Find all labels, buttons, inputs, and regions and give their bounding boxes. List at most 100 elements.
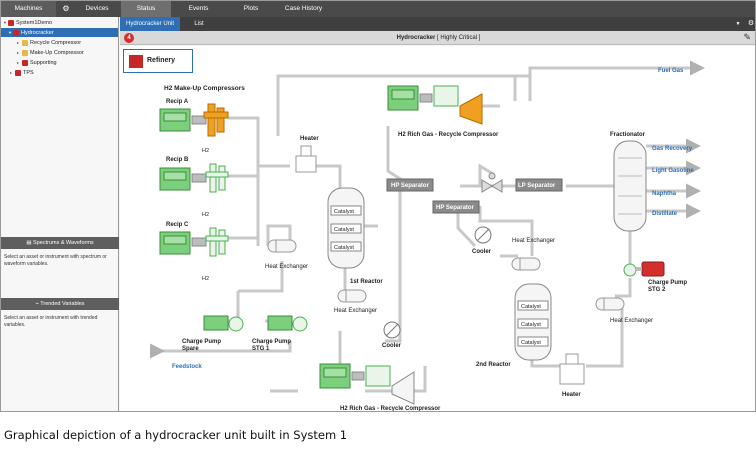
tab-hydrocracker-unit[interactable]: Hydrocracker Unit <box>120 17 180 31</box>
catalyst-label: Catalyst <box>521 304 541 310</box>
tab-devices[interactable]: Devices <box>77 1 117 17</box>
recip-b-compressor[interactable] <box>159 163 229 193</box>
heat-exchanger-left-label: Heat Exchanger <box>265 264 308 270</box>
folder-icon <box>22 39 28 46</box>
catalyst-label: Catalyst <box>334 209 354 215</box>
tree-item-tps[interactable]: ▸ TPS <box>10 68 34 77</box>
cooler-bottom[interactable] <box>383 321 401 339</box>
tree-item-system1demo[interactable]: ▼ System1Demo <box>3 18 52 27</box>
trend-panel-header[interactable]: ⌁ Trended Variables <box>1 298 119 310</box>
heat-exchanger-right[interactable] <box>511 257 541 271</box>
folder-icon <box>22 49 28 56</box>
charge-pump-stg2[interactable] <box>623 261 665 277</box>
catalyst-label: Catalyst <box>334 227 354 233</box>
cooler-mid[interactable] <box>474 226 492 244</box>
catalyst-label: Catalyst <box>521 322 541 328</box>
charge-pump-stg1[interactable] <box>267 315 308 332</box>
h2-makeup-label: H2 Make-Up Compressors <box>164 85 245 92</box>
valve-icon[interactable] <box>481 172 503 193</box>
catalyst-label: Catalyst <box>334 245 354 251</box>
recip-c-compressor[interactable] <box>159 227 229 257</box>
recip-a-label: Recip A <box>166 99 189 105</box>
image-caption: Graphical depiction of a hydrocracker un… <box>4 428 348 442</box>
naphtha-label: Naphtha <box>652 191 677 197</box>
spectrum-panel-text: Select an asset or instrument with spect… <box>4 254 107 267</box>
refinery-button[interactable]: Refinery <box>123 49 193 73</box>
hp-separator-1-label: HP Separator <box>391 183 430 189</box>
trend-panel-text: Select an asset or instrument with trend… <box>4 315 98 328</box>
distillate-label: Distillate <box>652 211 678 217</box>
trend-panel-title: Trended Variables <box>40 301 85 307</box>
tab-case-history[interactable]: Case History <box>276 1 331 17</box>
heater-bottom-label: Heater <box>562 392 581 398</box>
unit-icon <box>13 29 19 36</box>
recip-a-compressor[interactable] <box>159 103 229 137</box>
recycle-compressor-bottom[interactable] <box>319 363 415 405</box>
tree-label: TPS <box>23 70 34 76</box>
heat-exchanger-left[interactable] <box>267 239 297 253</box>
first-reactor-label: 1st Reactor <box>350 279 383 285</box>
factory-icon <box>129 55 143 68</box>
fractionator[interactable] <box>613 140 647 232</box>
tree-label: System1Demo <box>16 20 53 26</box>
heater-top[interactable] <box>295 145 317 173</box>
alert-count-badge[interactable]: 4 <box>124 33 134 43</box>
recip-b-label: Recip B <box>166 157 189 163</box>
settings-icon[interactable]: ⚙ <box>745 17 755 31</box>
dropdown-icon[interactable]: ▼ <box>733 17 743 31</box>
top-tab-bar: Machines ⚙ Devices Status Events Plots C… <box>1 1 755 17</box>
heat-exchanger-far[interactable] <box>595 297 625 311</box>
tree-item-supporting[interactable]: ▸ Supporting <box>17 58 57 67</box>
spectrum-panel-title: Spectrums & Waveforms <box>33 240 94 246</box>
unit-title: Hydrocracker [ Highly Critical ] <box>120 31 755 45</box>
h2-rich-bottom-label: H2 Rich Gas - Recycle Compressor <box>340 406 441 412</box>
network-icon[interactable]: ⚙ <box>57 1 75 17</box>
h2-label: H2 <box>202 276 209 282</box>
recycle-compressor-top[interactable] <box>387 85 483 125</box>
heat-exchanger-mid[interactable] <box>337 289 367 303</box>
heat-exchanger-mid-label: Heat Exchanger <box>334 308 377 314</box>
tab-machines[interactable]: Machines <box>1 1 56 17</box>
unit-title-bar: Hydrocracker [ Highly Critical ] 4 ✎ <box>120 31 755 45</box>
tab-plots[interactable]: Plots <box>231 1 271 17</box>
heat-exchanger-far-label: Heat Exchanger <box>610 318 653 324</box>
app-window: Machines ⚙ Devices Status Events Plots C… <box>0 0 756 412</box>
tab-status[interactable]: Status <box>121 1 171 17</box>
catalyst-label: Catalyst <box>521 340 541 346</box>
edit-icon[interactable]: ✎ <box>743 32 751 43</box>
heater-bottom[interactable] <box>559 353 585 385</box>
fuel-gas-label: Fuel Gas <box>658 68 684 74</box>
tab-list[interactable]: List <box>184 17 214 31</box>
heat-exchanger-right-label: Heat Exchanger <box>512 238 555 244</box>
tree-item-recycle-compressor[interactable]: ▸ Recycle Compressor <box>17 38 81 47</box>
spectrum-panel-header[interactable]: ▤ Spectrums & Waveforms <box>1 237 119 249</box>
unit-name: Hydrocracker <box>396 35 436 41</box>
lp-separator-label: LP Separator <box>518 183 556 189</box>
h2-rich-top-label: H2 Rich Gas - Recycle Compressor <box>398 132 499 138</box>
sub-tab-bar: Hydrocracker Unit List ▼ ⚙ <box>120 17 755 31</box>
tree-label: Hydrocracker <box>21 30 54 36</box>
h2-label: H2 <box>202 212 209 218</box>
tree-label: Make-Up Compressor <box>30 50 84 56</box>
cooler-mid-label: Cooler <box>472 249 492 255</box>
charge-pump-stg2-label: Charge Pump STG 2 <box>648 280 687 293</box>
recip-c-label: Recip C <box>166 222 189 228</box>
sidebar: ▼ System1Demo ▼ Hydrocracker ▸ Recycle Comp… <box>1 17 119 411</box>
process-diagram: H2 Make-Up Compressors Recip A H2 Recip … <box>120 46 755 412</box>
hp-separator-2-label: HP Separator <box>436 205 475 211</box>
severity-label: [ Highly Critical ] <box>437 35 481 41</box>
tree-label: Supporting <box>30 60 57 66</box>
h2-label: H2 <box>202 148 209 154</box>
charge-pump-spare[interactable] <box>203 315 244 332</box>
light-gasoline-label: Light Gasoline <box>652 168 694 174</box>
tree-item-hydrocracker[interactable]: ▼ Hydrocracker <box>1 28 118 37</box>
pipes <box>150 60 705 393</box>
system-icon <box>8 19 14 26</box>
tab-events[interactable]: Events <box>176 1 221 17</box>
second-reactor-label: 2nd Reactor <box>476 362 511 368</box>
tree-item-makeup-compressor[interactable]: ▸ Make-Up Compressor <box>17 48 84 57</box>
asset-icon <box>15 69 21 76</box>
cooler-bottom-label: Cooler <box>382 343 402 349</box>
heater-top-label: Heater <box>300 136 319 142</box>
feedstock-label: Feedstock <box>172 364 202 370</box>
